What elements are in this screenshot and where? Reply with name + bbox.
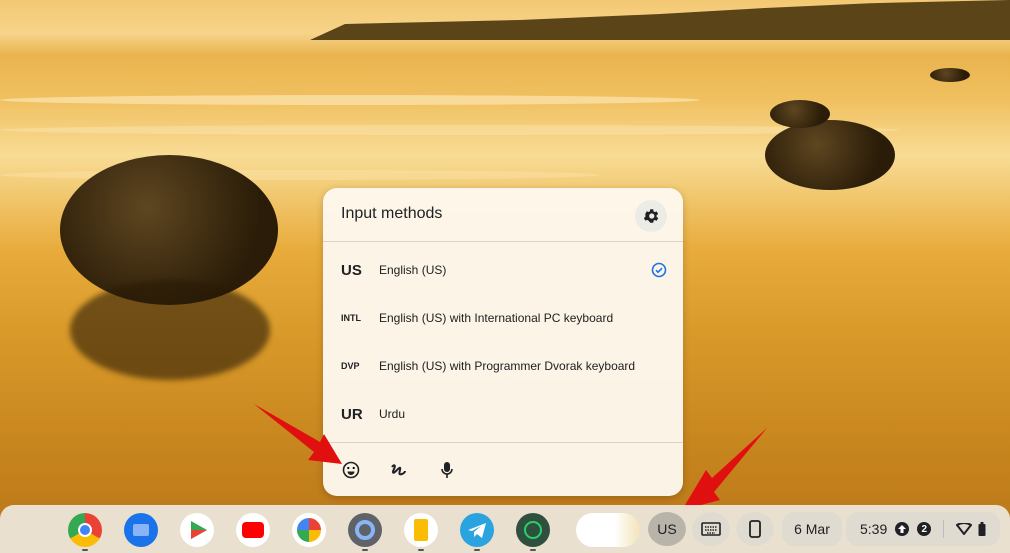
battery-icon	[978, 522, 986, 536]
method-name: English (US)	[379, 263, 447, 277]
running-indicator	[82, 549, 88, 551]
app-settings[interactable]	[348, 513, 382, 547]
keyboard-icon	[701, 522, 721, 536]
wallpaper-rock	[770, 100, 830, 128]
shelf: US 6 Mar 5:39 2	[0, 505, 1010, 553]
time-label: 5:39	[860, 521, 888, 537]
method-name: English (US) with Programmer Dvorak keyb…	[379, 359, 636, 373]
handwriting-button[interactable]	[387, 458, 411, 482]
phone-icon	[749, 520, 761, 538]
microphone-icon	[441, 462, 453, 478]
virtual-keyboard-button[interactable]	[692, 512, 730, 546]
wallpaper-rock	[765, 120, 895, 190]
running-indicator	[474, 549, 480, 551]
folder-icon	[133, 524, 149, 536]
method-name: Urdu	[379, 407, 406, 421]
app-google-photos[interactable]	[292, 513, 326, 547]
input-method-intl[interactable]: INTL English (US) with International PC …	[323, 294, 683, 342]
app-youtube[interactable]	[236, 513, 270, 547]
telegram-icon	[468, 523, 486, 538]
input-method-us[interactable]: US English (US)	[323, 246, 683, 294]
app-chrome[interactable]	[68, 513, 102, 547]
wallpaper-rock-reflection	[70, 280, 270, 380]
method-code: US	[341, 261, 362, 279]
wallpaper-wave	[0, 95, 700, 105]
app-files[interactable]	[124, 513, 158, 547]
input-method-ur[interactable]: UR Urdu	[323, 390, 683, 438]
phone-hub-button[interactable]	[736, 512, 774, 546]
whatsapp-icon	[524, 521, 542, 539]
ime-label: US	[657, 521, 677, 537]
annotation-arrow-right	[682, 428, 767, 510]
update-icon	[895, 522, 910, 536]
method-name: English (US) with International PC keybo…	[379, 311, 614, 325]
date-label: 6 Mar	[794, 521, 830, 537]
play-store-icon	[191, 521, 207, 539]
annotation-arrow-left	[254, 404, 342, 464]
notification-count-badge: 2	[917, 522, 932, 536]
popup-title: Input methods	[341, 205, 443, 222]
running-indicator	[530, 549, 536, 551]
app-telegram[interactable]	[460, 513, 494, 547]
app-play-store[interactable]	[180, 513, 214, 547]
youtube-icon	[242, 522, 264, 538]
app-whatsapp[interactable]	[516, 513, 550, 547]
running-indicator	[418, 549, 424, 551]
keep-icon	[414, 519, 428, 541]
chrome-icon	[78, 523, 92, 537]
gear-icon	[355, 520, 375, 540]
date-tray[interactable]: 6 Mar	[782, 512, 842, 546]
status-area[interactable]: 5:39 2	[846, 512, 1000, 546]
app-keep[interactable]	[404, 513, 438, 547]
method-code: INTL	[341, 313, 361, 323]
ime-menu-button[interactable]: US	[648, 512, 686, 546]
voice-input-button[interactable]	[435, 458, 459, 482]
handwriting-icon	[391, 464, 406, 476]
method-code: DVP	[341, 361, 360, 371]
wallpaper-wave	[0, 125, 900, 135]
check-circle-icon	[651, 262, 667, 278]
input-method-dvp[interactable]: DVP English (US) with Programmer Dvorak …	[323, 342, 683, 390]
holding-space-tray[interactable]	[576, 513, 640, 547]
input-methods-popup: Input methods US English (US) INTL Engli…	[323, 188, 683, 496]
divider	[323, 442, 683, 443]
wallpaper-rock	[930, 68, 970, 82]
wallpaper-hills	[310, 0, 1010, 40]
divider	[943, 520, 945, 538]
settings-button[interactable]	[635, 200, 667, 232]
wifi-icon	[956, 523, 973, 535]
divider	[323, 241, 683, 242]
running-indicator	[362, 549, 368, 551]
gear-icon	[643, 209, 659, 223]
